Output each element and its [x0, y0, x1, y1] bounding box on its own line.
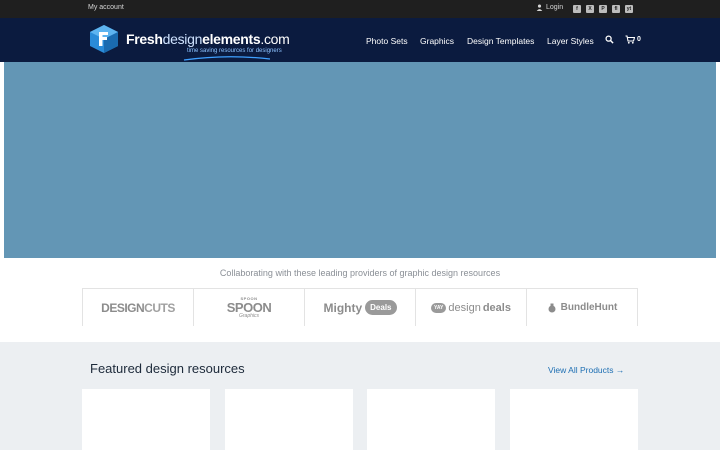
nav-photo-sets[interactable]: Photo Sets — [366, 36, 408, 46]
logo-text: Freshdesignelements.com time saving reso… — [126, 31, 290, 61]
partner-design-cuts[interactable]: DESIGN CUTS — [82, 289, 193, 326]
nav-design-templates[interactable]: Design Templates — [467, 36, 534, 46]
login-link[interactable]: Login — [536, 4, 563, 11]
cart-button[interactable]: 0 — [625, 35, 641, 44]
partner-yay-design-deals[interactable]: YAY design deals — [415, 289, 526, 326]
design-cuts-label-b: CUTS — [144, 300, 175, 315]
logo-cube-icon — [90, 25, 118, 53]
partner-logos: DESIGN CUTS SPOON SPOON Graphics Mighty D… — [82, 288, 638, 326]
featured-title: Featured design resources — [90, 361, 245, 376]
pinterest-icon[interactable]: P — [599, 5, 607, 13]
flickr-icon[interactable]: fl — [612, 5, 620, 13]
partners-heading: Collaborating with these leading provide… — [219, 268, 501, 278]
yay-tag: YAY — [431, 302, 447, 313]
logo-name-design: design — [162, 31, 203, 47]
view-all-products-link[interactable]: View All Products → — [548, 365, 624, 375]
bundlehunt-icon — [548, 303, 556, 312]
partner-mighty-deals[interactable]: Mighty Deals — [304, 289, 415, 326]
spoon-sub-label: Graphics — [238, 312, 259, 319]
design-deals-light: design — [448, 301, 481, 314]
nav-layer-styles[interactable]: Layer Styles — [547, 36, 594, 46]
site-logo[interactable]: Freshdesignelements.com time saving reso… — [86, 23, 290, 61]
featured-cards — [82, 389, 638, 450]
spoon-main-label: SPOON — [226, 299, 272, 315]
cart-count: 0 — [637, 36, 641, 43]
product-card[interactable] — [224, 389, 353, 450]
hero-banner[interactable] — [4, 62, 716, 258]
logo-tagline: time saving resources for designers — [187, 48, 282, 54]
logo-name-elements: elements — [202, 31, 261, 47]
youtube-icon[interactable]: yt — [625, 5, 633, 13]
product-card[interactable] — [509, 389, 638, 450]
x-icon[interactable]: X — [586, 5, 594, 13]
social-links: f X P fl yt — [573, 5, 633, 13]
product-card[interactable] — [367, 389, 496, 450]
partner-spoon-graphics[interactable]: SPOON SPOON Graphics — [193, 289, 304, 326]
logo-name-dotcom: .com — [260, 31, 290, 47]
bundlehunt-label: BundleHunt — [560, 302, 618, 313]
product-card[interactable] — [82, 389, 210, 450]
login-label: Login — [546, 4, 564, 11]
user-icon — [536, 4, 543, 11]
my-account-link[interactable]: My account — [88, 4, 124, 11]
top-bar: My account Login f X P fl yt — [0, 0, 720, 18]
logo-name: Freshdesignelements.com — [126, 31, 290, 47]
search-icon[interactable] — [605, 35, 614, 44]
mighty-label: Mighty — [323, 300, 363, 315]
design-cuts-label-a: DESIGN — [101, 300, 145, 315]
mighty-deals-badge: Deals — [365, 300, 397, 315]
cart-icon — [625, 35, 635, 44]
partner-bundlehunt[interactable]: BundleHunt — [526, 289, 638, 326]
logo-name-fresh: Fresh — [126, 31, 163, 47]
facebook-icon[interactable]: f — [573, 5, 581, 13]
design-deals-bold: deals — [482, 301, 511, 314]
logo-swoosh — [183, 56, 271, 61]
nav-graphics[interactable]: Graphics — [420, 36, 454, 46]
